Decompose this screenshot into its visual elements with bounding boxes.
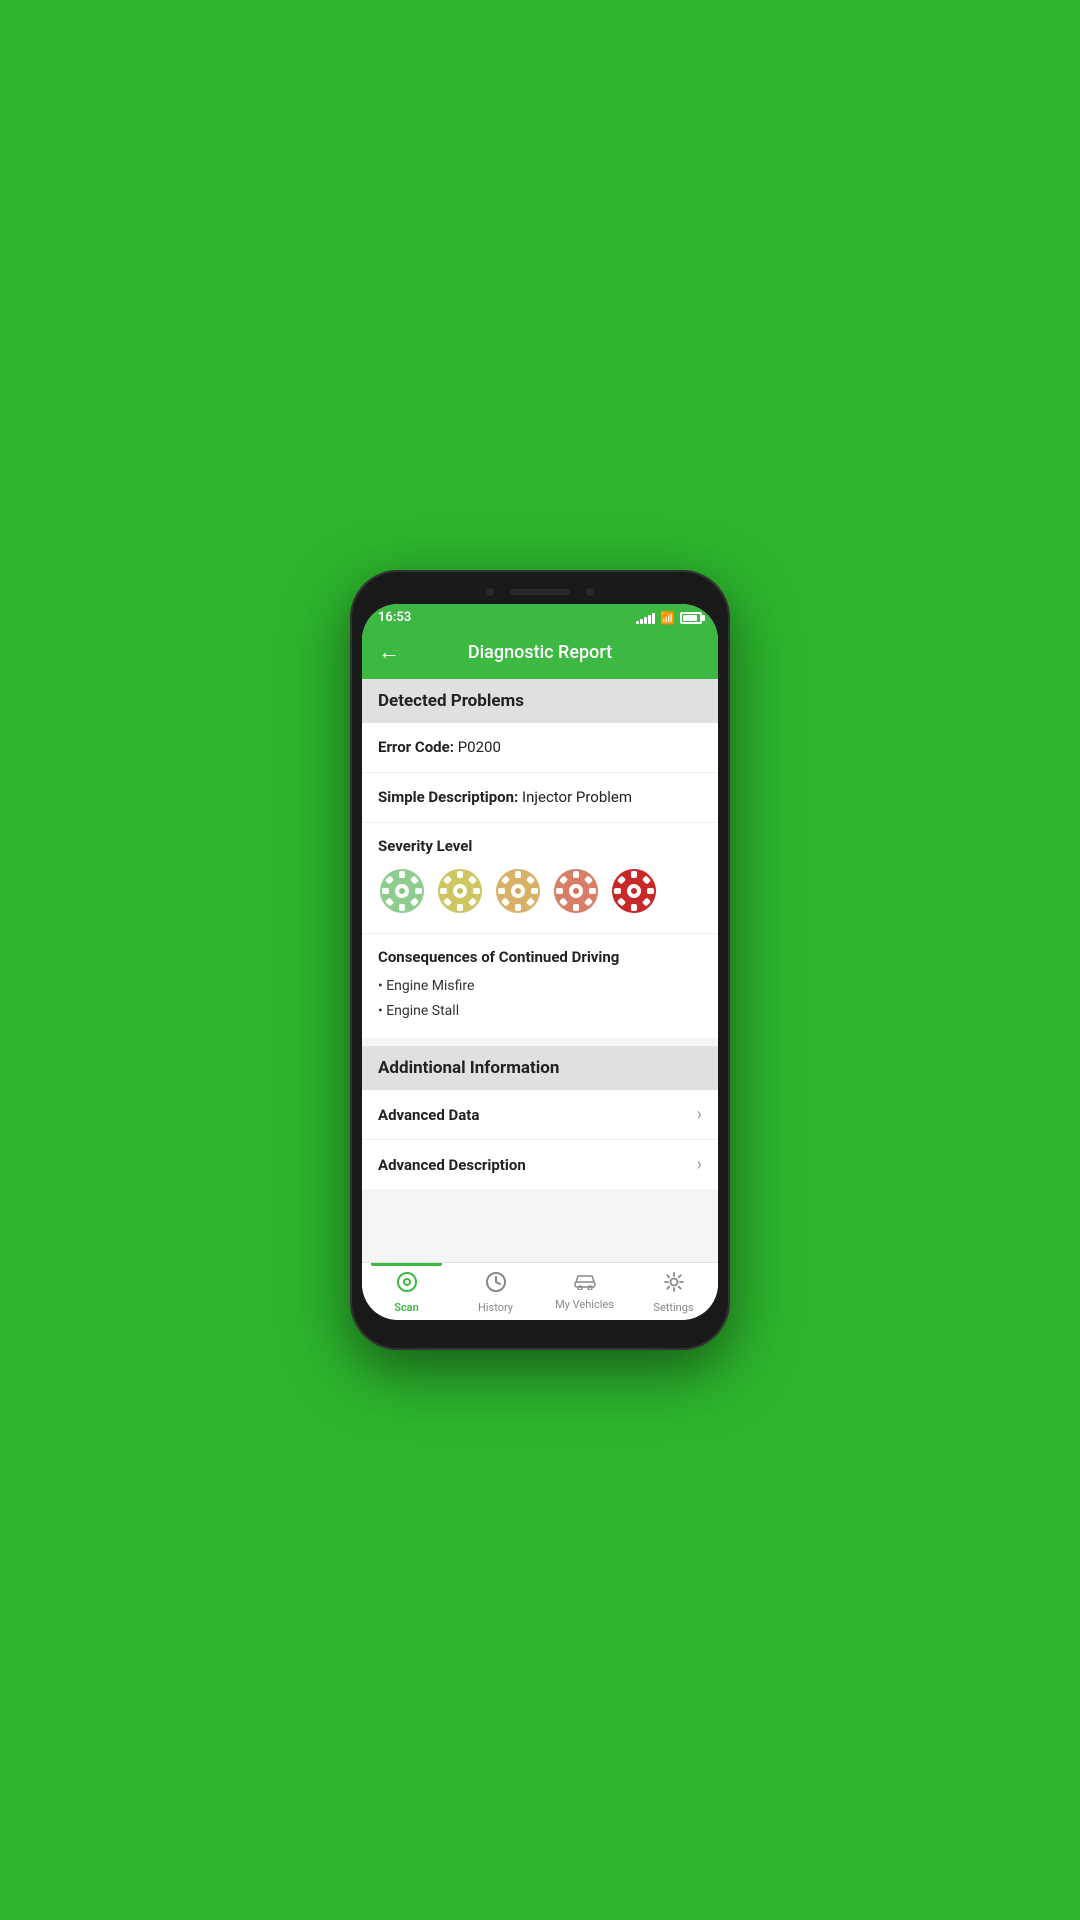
- error-code-text: Error Code: P0200: [378, 738, 501, 756]
- scan-label: Scan: [394, 1301, 419, 1314]
- status-time: 16:53: [378, 610, 411, 625]
- my-vehicles-label: My Vehicles: [555, 1298, 614, 1311]
- advanced-data-label: Advanced Data: [378, 1106, 479, 1124]
- nav-my-vehicles[interactable]: My Vehicles: [540, 1263, 629, 1320]
- additional-info-title: Addintional Information: [378, 1058, 559, 1078]
- simple-desc-label: Simple Descriptipon:: [378, 788, 518, 806]
- advanced-data-chevron: ›: [697, 1104, 702, 1125]
- advanced-description-label: Advanced Description: [378, 1156, 526, 1174]
- severity-label: Severity Level: [378, 837, 702, 855]
- error-code-row: Error Code: P0200: [362, 723, 718, 773]
- additional-info-card: Advanced Data › Advanced Description ›: [362, 1090, 718, 1189]
- nav-settings[interactable]: Settings: [629, 1263, 718, 1320]
- my-vehicles-icon: [573, 1271, 597, 1295]
- camera-dot: [486, 588, 494, 596]
- consequences-title: Consequences of Continued Driving: [378, 948, 702, 966]
- back-button[interactable]: ←: [378, 639, 400, 665]
- wifi-icon: 📶: [660, 611, 675, 625]
- simple-desc-text: Simple Descriptipon: Injector Problem: [378, 788, 632, 806]
- bottom-nav: Scan History: [362, 1262, 718, 1320]
- history-label: History: [478, 1301, 513, 1314]
- additional-info-header: Addintional Information: [362, 1046, 718, 1090]
- detected-problems-header: Detected Problems: [362, 679, 718, 723]
- severity-icons: [378, 867, 702, 915]
- speaker: [510, 589, 570, 595]
- simple-desc-value: Injector Problem: [522, 788, 632, 806]
- severity-gear-5: [610, 867, 658, 915]
- app-header: ← Diagnostic Report: [362, 629, 718, 679]
- detected-problems-title: Detected Problems: [378, 691, 524, 711]
- error-code-value: P0200: [458, 738, 501, 756]
- consequence-1: • Engine Misfire: [378, 974, 702, 999]
- nav-scan[interactable]: Scan: [362, 1263, 451, 1320]
- history-icon: [485, 1271, 507, 1298]
- nav-history[interactable]: History: [451, 1263, 540, 1320]
- simple-desc-row: Simple Descriptipon: Injector Problem: [362, 773, 718, 823]
- problems-card: Error Code: P0200 Simple Descriptipon: I…: [362, 723, 718, 1038]
- error-code-label: Error Code:: [378, 738, 454, 756]
- status-icons: 📶: [636, 611, 702, 625]
- severity-gear-1: [378, 867, 426, 915]
- camera-dot-2: [586, 588, 594, 596]
- severity-gear-2: [436, 867, 484, 915]
- advanced-description-row[interactable]: Advanced Description ›: [362, 1140, 718, 1189]
- scan-icon: [396, 1271, 418, 1298]
- page-title: Diagnostic Report: [410, 642, 670, 663]
- phone-screen: 16:53 📶 ← Diagnostic Report: [362, 604, 718, 1320]
- signal-icon: [636, 612, 655, 624]
- content-area: Detected Problems Error Code: P0200 Simp…: [362, 679, 718, 1262]
- settings-label: Settings: [653, 1301, 693, 1314]
- consequence-2: • Engine Stall: [378, 999, 702, 1024]
- advanced-data-row[interactable]: Advanced Data ›: [362, 1090, 718, 1140]
- phone-frame: 16:53 📶 ← Diagnostic Report: [350, 570, 730, 1350]
- severity-gear-3: [494, 867, 542, 915]
- severity-row: Severity Level: [362, 823, 718, 934]
- consequences-row: Consequences of Continued Driving • Engi…: [362, 934, 718, 1038]
- settings-icon: [663, 1271, 685, 1298]
- phone-notch: [362, 582, 718, 604]
- status-bar: 16:53 📶: [362, 604, 718, 629]
- battery-icon: [680, 612, 702, 624]
- severity-gear-4: [552, 867, 600, 915]
- advanced-description-chevron: ›: [697, 1154, 702, 1175]
